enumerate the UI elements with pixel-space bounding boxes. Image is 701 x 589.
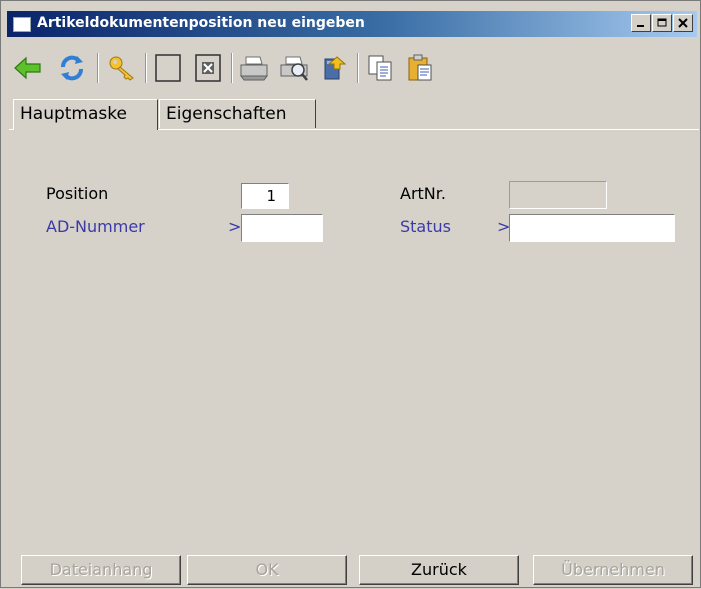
- delete-record-icon[interactable]: [191, 51, 225, 85]
- uebernehmen-button[interactable]: Übernehmen: [533, 555, 693, 585]
- tab-label: Hauptmaske: [20, 104, 127, 124]
- ad-nummer-field[interactable]: [241, 214, 323, 242]
- toolbar-separator: [357, 53, 359, 83]
- window-title: Artikeldokumentenposition neu eingeben: [37, 15, 365, 31]
- toolbar-separator: [231, 53, 233, 83]
- key-icon[interactable]: [105, 51, 139, 85]
- ad-nummer-lookup-arrow[interactable]: >: [228, 217, 241, 236]
- close-button[interactable]: [673, 14, 693, 32]
- copy-icon[interactable]: [363, 51, 397, 85]
- toolbar-separator: [145, 53, 147, 83]
- status-label[interactable]: Status: [400, 217, 451, 236]
- tab-label: Eigenschaften: [166, 104, 287, 124]
- zurueck-button[interactable]: Zurück: [359, 555, 519, 585]
- dateianhang-button[interactable]: Dateianhang: [21, 555, 181, 585]
- ad-nummer-label[interactable]: AD-Nummer: [46, 217, 145, 236]
- position-label: Position: [46, 184, 109, 203]
- print-icon[interactable]: [237, 51, 271, 85]
- ok-button[interactable]: OK: [187, 555, 347, 585]
- paste-icon[interactable]: [403, 51, 437, 85]
- print-preview-icon[interactable]: [277, 51, 311, 85]
- export-icon[interactable]: [317, 51, 351, 85]
- position-value: 1: [266, 187, 276, 205]
- status-field[interactable]: [509, 214, 675, 242]
- maximize-button[interactable]: [652, 14, 672, 32]
- tab-eigenschaften[interactable]: Eigenschaften: [159, 99, 316, 128]
- new-record-icon[interactable]: [151, 51, 185, 85]
- toolbar: [11, 47, 697, 91]
- artnr-field: [509, 181, 607, 209]
- window-icon: [13, 17, 31, 32]
- window-controls: [630, 14, 693, 32]
- artnr-label: ArtNr.: [400, 184, 446, 203]
- toolbar-separator: [97, 53, 99, 83]
- minimize-button[interactable]: [631, 14, 651, 32]
- position-field[interactable]: 1: [241, 183, 289, 209]
- title-bar[interactable]: Artikeldokumentenposition neu eingeben: [7, 11, 697, 37]
- tab-hauptmaske[interactable]: Hauptmaske: [13, 99, 158, 130]
- back-arrow-icon[interactable]: [11, 51, 45, 85]
- refresh-icon[interactable]: [55, 51, 89, 85]
- dialog-window: Artikeldokumentenposition neu eingeben H…: [0, 0, 701, 588]
- button-bar: Dateianhang OK Zurück Übernehmen: [1, 549, 701, 589]
